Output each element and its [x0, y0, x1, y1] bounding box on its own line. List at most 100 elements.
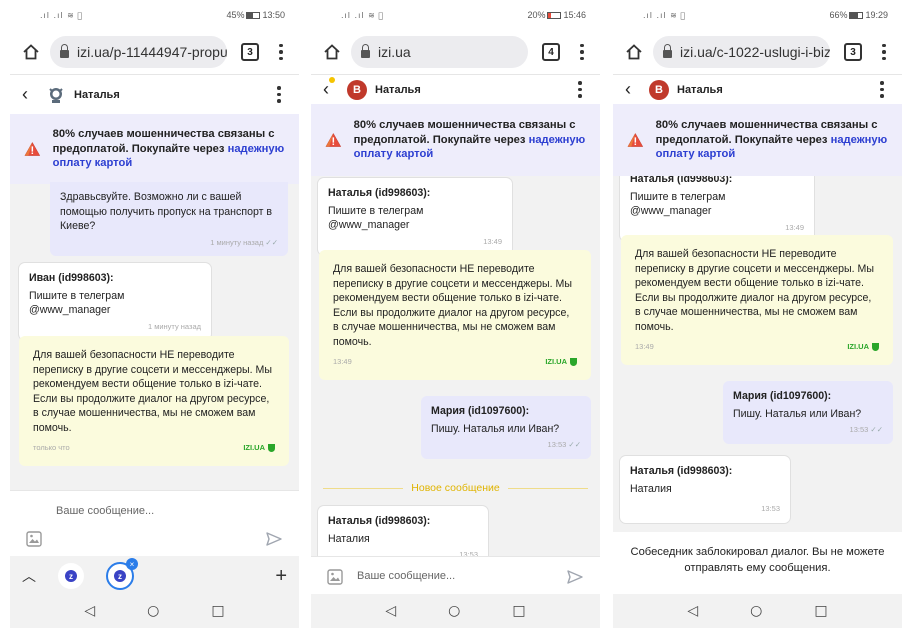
browser-menu-icon[interactable] [273, 43, 289, 61]
warning-triangle-icon [24, 141, 41, 156]
home-icon[interactable] [623, 41, 645, 63]
shield-icon [872, 343, 879, 352]
message-composer: Ваше сообщение... [311, 556, 600, 596]
android-nav-bar: ◁ ○ □ [10, 594, 299, 628]
signal-icons: .ıl .ıl ≋ ⃞ [643, 10, 687, 20]
browser-menu-icon[interactable] [876, 43, 892, 61]
url-text: izi.ua/c-1022-uslugi-i-biz [680, 44, 830, 60]
image-attach-icon[interactable] [327, 569, 343, 585]
home-icon[interactable] [20, 41, 42, 63]
izi-brand-badge: IZI.UA [847, 340, 879, 355]
image-attach-icon[interactable] [26, 531, 42, 547]
home-icon[interactable] [321, 41, 343, 63]
address-bar[interactable]: izi.ua [351, 36, 528, 68]
nav-home-icon[interactable]: ○ [750, 603, 762, 619]
system-safety-message: Для вашей безопасности НЕ переводите пер… [319, 250, 591, 380]
clock: 15:46 [563, 10, 586, 20]
message-bubble-incoming: Наталья (id998603): Наталия 13:53 [620, 456, 790, 523]
status-right: 66% 19:29 [829, 10, 888, 20]
back-arrow-icon[interactable]: ‹ [323, 77, 335, 100]
warning-triangle-icon [325, 132, 342, 147]
message-bubble-outgoing: Мария (id1097600): Пишу. Наталья или Ива… [723, 381, 893, 444]
message-list: Наталья (id998603): Пишите в телеграм @w… [311, 176, 600, 556]
chat-header: ‹ В Наталья [613, 74, 902, 104]
message-sender: Наталья (id998603): [630, 176, 733, 185]
chat-header: ‹ Наталья [10, 74, 299, 114]
close-tab-icon[interactable]: × [126, 558, 138, 570]
new-tab-plus-icon[interactable]: + [275, 565, 287, 588]
message-text: Пишите в телеграм @www_manager [630, 190, 726, 218]
message-time: только что [33, 443, 70, 452]
message-time: 13:49 [635, 342, 654, 351]
chat-menu-icon[interactable] [572, 81, 588, 98]
fraud-warning-banner: 80% случаев мошенничества связаны с пред… [613, 104, 902, 176]
address-bar[interactable]: izi.ua/c-1022-uslugi-i-biz [653, 36, 830, 68]
android-nav-bar: ◁ ○ □ [311, 594, 600, 628]
fraud-warning-banner: 80% случаев мошенничества связаны с пред… [311, 104, 600, 176]
system-safety-message: Для вашей безопасности НЕ переводите пер… [19, 336, 289, 466]
battery-percent: 45% [226, 10, 245, 20]
lock-icon [361, 43, 370, 58]
message-text: Пишу. Наталья или Иван? [733, 407, 862, 420]
lock-icon [663, 43, 672, 58]
nav-recent-icon[interactable]: □ [814, 603, 827, 619]
message-bubble-outgoing: Мария (id1097600): Пишу. Наталья или Ива… [421, 396, 591, 459]
message-time: 13:49 [333, 357, 352, 366]
message-bubble-outgoing: Здравьсвуйте. Возможно ли с вашей помощь… [50, 182, 288, 256]
tab-switcher-button[interactable]: 3 [241, 43, 259, 61]
message-sender: Наталья (id998603): [630, 465, 733, 477]
message-bubble-incoming: Наталья (id998603): Пишите в телеграм @w… [620, 176, 814, 241]
send-icon[interactable] [266, 531, 282, 547]
signal-icons: .ıl .ıl ≋ ⃞ [341, 10, 385, 20]
tab-icon-2-active[interactable]: z × [106, 558, 138, 590]
nav-recent-icon[interactable]: □ [211, 603, 224, 619]
message-text: Пишите в телеграм @www_manager [29, 289, 125, 317]
nav-home-icon[interactable]: ○ [147, 603, 159, 619]
system-message-text: Для вашей безопасности НЕ переводите пер… [33, 349, 272, 434]
new-message-divider: Новое сообщение [311, 482, 600, 494]
message-input[interactable]: Ваше сообщение... [56, 505, 154, 517]
android-nav-bar: ◁ ○ □ [613, 594, 902, 628]
nav-back-icon[interactable]: ◁ [385, 603, 396, 619]
tab-switcher-button[interactable]: 4 [542, 43, 560, 61]
address-bar[interactable]: izi.ua/p-11444947-propu [50, 36, 227, 68]
nav-recent-icon[interactable]: □ [512, 603, 525, 619]
lock-icon [60, 43, 69, 58]
tab-icon-1[interactable]: z [58, 563, 84, 589]
message-text: Здравьсвуйте. Возможно ли с вашей помощь… [60, 191, 273, 232]
back-arrow-icon[interactable]: ‹ [22, 84, 34, 105]
status-right: 20% 15:46 [527, 10, 586, 20]
message-time: 13:53 ✓✓ [849, 425, 883, 434]
nav-home-icon[interactable]: ○ [448, 603, 460, 619]
nav-back-icon[interactable]: ◁ [84, 603, 95, 619]
nav-back-icon[interactable]: ◁ [687, 603, 698, 619]
browser-menu-icon[interactable] [574, 43, 590, 61]
chevron-up-icon[interactable]: ︿ [22, 566, 36, 586]
message-list: Наталья (id998603): Пишите в телеграм @w… [613, 176, 902, 532]
warning-triangle-icon [627, 132, 644, 147]
read-check-icon: ✓✓ [870, 425, 883, 434]
status-bar: .ıl .ıl ≋ ⃞ 45% 13:50 [10, 0, 299, 30]
message-sender: Наталья (id998603): [328, 187, 431, 199]
browser-bottom-bar: ︿ z z × + [10, 556, 299, 596]
message-sender: Мария (id1097600): [733, 390, 832, 402]
browser-toolbar: izi.ua 4 [311, 30, 600, 74]
shield-icon [268, 444, 275, 453]
clock: 13:50 [262, 10, 285, 20]
back-arrow-icon[interactable]: ‹ [625, 79, 637, 100]
izi-brand-badge: IZI.UA [545, 355, 577, 370]
status-bar: .ıl .ıl ≋ ⃞ 20% 15:46 [311, 0, 600, 30]
dialog-blocked-notice: Собеседник заблокировал диалог. Вы не мо… [613, 532, 902, 594]
url-text: izi.ua/p-11444947-propu [77, 44, 227, 60]
message-time: 13:49 [785, 222, 804, 232]
tab-switcher-button[interactable]: 3 [844, 43, 862, 61]
message-input[interactable]: Ваше сообщение... [357, 570, 455, 582]
chat-menu-icon[interactable] [271, 86, 287, 103]
phone-screen-1: .ıl .ıl ≋ ⃞ 45% 13:50 izi.ua/p-11444947-p… [10, 0, 299, 628]
chat-menu-icon[interactable] [874, 81, 890, 98]
system-safety-message: Для вашей безопасности НЕ переводите пер… [621, 235, 893, 365]
message-sender: Наталья (id998603): [328, 515, 431, 527]
send-icon[interactable] [567, 569, 583, 585]
url-text: izi.ua [378, 44, 411, 60]
phone-screen-2: .ıl .ıl ≋ ⃞ 20% 15:46 izi.ua 4 ‹ В Наталь… [311, 0, 600, 628]
